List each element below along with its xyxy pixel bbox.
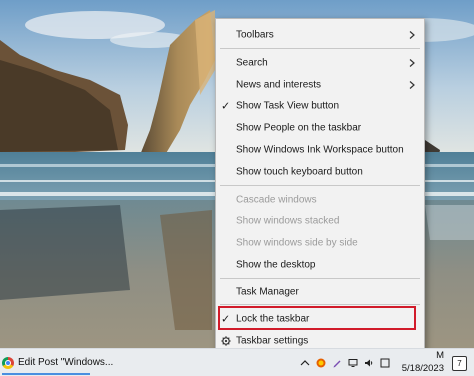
pen-icon[interactable] xyxy=(332,358,342,368)
menu-item-show-the-desktop[interactable]: Show the desktop xyxy=(216,255,424,275)
menu-item-show-people-on-taskbar[interactable]: Show People on the taskbar xyxy=(216,118,424,138)
taskbar-context-menu: Toolbars Search News and interests ✓ Sho… xyxy=(215,18,425,354)
taskbar[interactable]: Edit Post "Windows... M 5/18/2023 xyxy=(0,348,474,376)
chevron-up-icon[interactable] xyxy=(300,358,310,368)
menu-item-show-touch-keyboard-button[interactable]: Show touch keyboard button xyxy=(216,162,424,182)
menu-item-label: Show People on the taskbar xyxy=(236,122,362,134)
menu-item-label: Cascade windows xyxy=(236,194,317,206)
menu-item-label: Search xyxy=(236,57,268,69)
menu-item-label: Taskbar settings xyxy=(236,335,309,347)
menu-separator xyxy=(220,48,420,49)
network-icon[interactable] xyxy=(348,358,358,368)
taskbar-app-label: Edit Post "Windows... xyxy=(18,357,114,368)
menu-separator xyxy=(220,304,420,305)
system-tray xyxy=(300,349,390,376)
clock[interactable]: M 5/18/2023 xyxy=(392,349,444,376)
menu-item-label: Show windows stacked xyxy=(236,215,340,227)
menu-item-label: Toolbars xyxy=(236,29,274,41)
menu-item-news-and-interests[interactable]: News and interests xyxy=(216,75,424,95)
menu-item-lock-the-taskbar[interactable]: ✓ Lock the taskbar xyxy=(216,309,424,329)
menu-item-label: Task Manager xyxy=(236,286,299,298)
gear-icon xyxy=(221,336,231,346)
checkmark-icon: ✓ xyxy=(221,313,231,326)
clock-time: M xyxy=(436,350,444,361)
menu-item-label: Show the desktop xyxy=(236,259,316,271)
menu-item-search[interactable]: Search xyxy=(216,53,424,73)
chevron-right-icon xyxy=(409,81,415,89)
firefox-icon[interactable] xyxy=(316,358,326,368)
menu-item-label: News and interests xyxy=(236,79,322,91)
menu-item-task-manager[interactable]: Task Manager xyxy=(216,282,424,302)
ime-icon[interactable] xyxy=(380,358,390,368)
menu-item-label: Show windows side by side xyxy=(236,237,358,249)
clock-date: 5/18/2023 xyxy=(401,363,444,374)
menu-item-show-task-view-button[interactable]: ✓ Show Task View button xyxy=(216,96,424,116)
menu-item-show-windows-ink-workspace-button[interactable]: Show Windows Ink Workspace button xyxy=(216,140,424,160)
chevron-right-icon xyxy=(409,59,415,67)
checkmark-icon: ✓ xyxy=(221,100,231,113)
menu-item-label: Show Windows Ink Workspace button xyxy=(236,144,404,156)
menu-item-toolbars[interactable]: Toolbars xyxy=(216,25,424,45)
menu-separator xyxy=(220,185,420,186)
menu-item-show-windows-side-by-side: Show windows side by side xyxy=(216,233,424,253)
taskbar-app-button-chrome[interactable]: Edit Post "Windows... xyxy=(0,349,113,376)
menu-item-show-windows-stacked: Show windows stacked xyxy=(216,211,424,231)
menu-separator xyxy=(220,278,420,279)
notification-center-button[interactable]: 7 xyxy=(452,356,467,371)
volume-icon[interactable] xyxy=(364,358,374,368)
menu-item-label: Lock the taskbar xyxy=(236,313,310,325)
chevron-right-icon xyxy=(409,31,415,39)
chrome-icon xyxy=(2,356,14,369)
menu-item-cascade-windows: Cascade windows xyxy=(216,190,424,210)
menu-item-label: Show touch keyboard button xyxy=(236,166,363,178)
menu-item-label: Show Task View button xyxy=(236,100,340,112)
